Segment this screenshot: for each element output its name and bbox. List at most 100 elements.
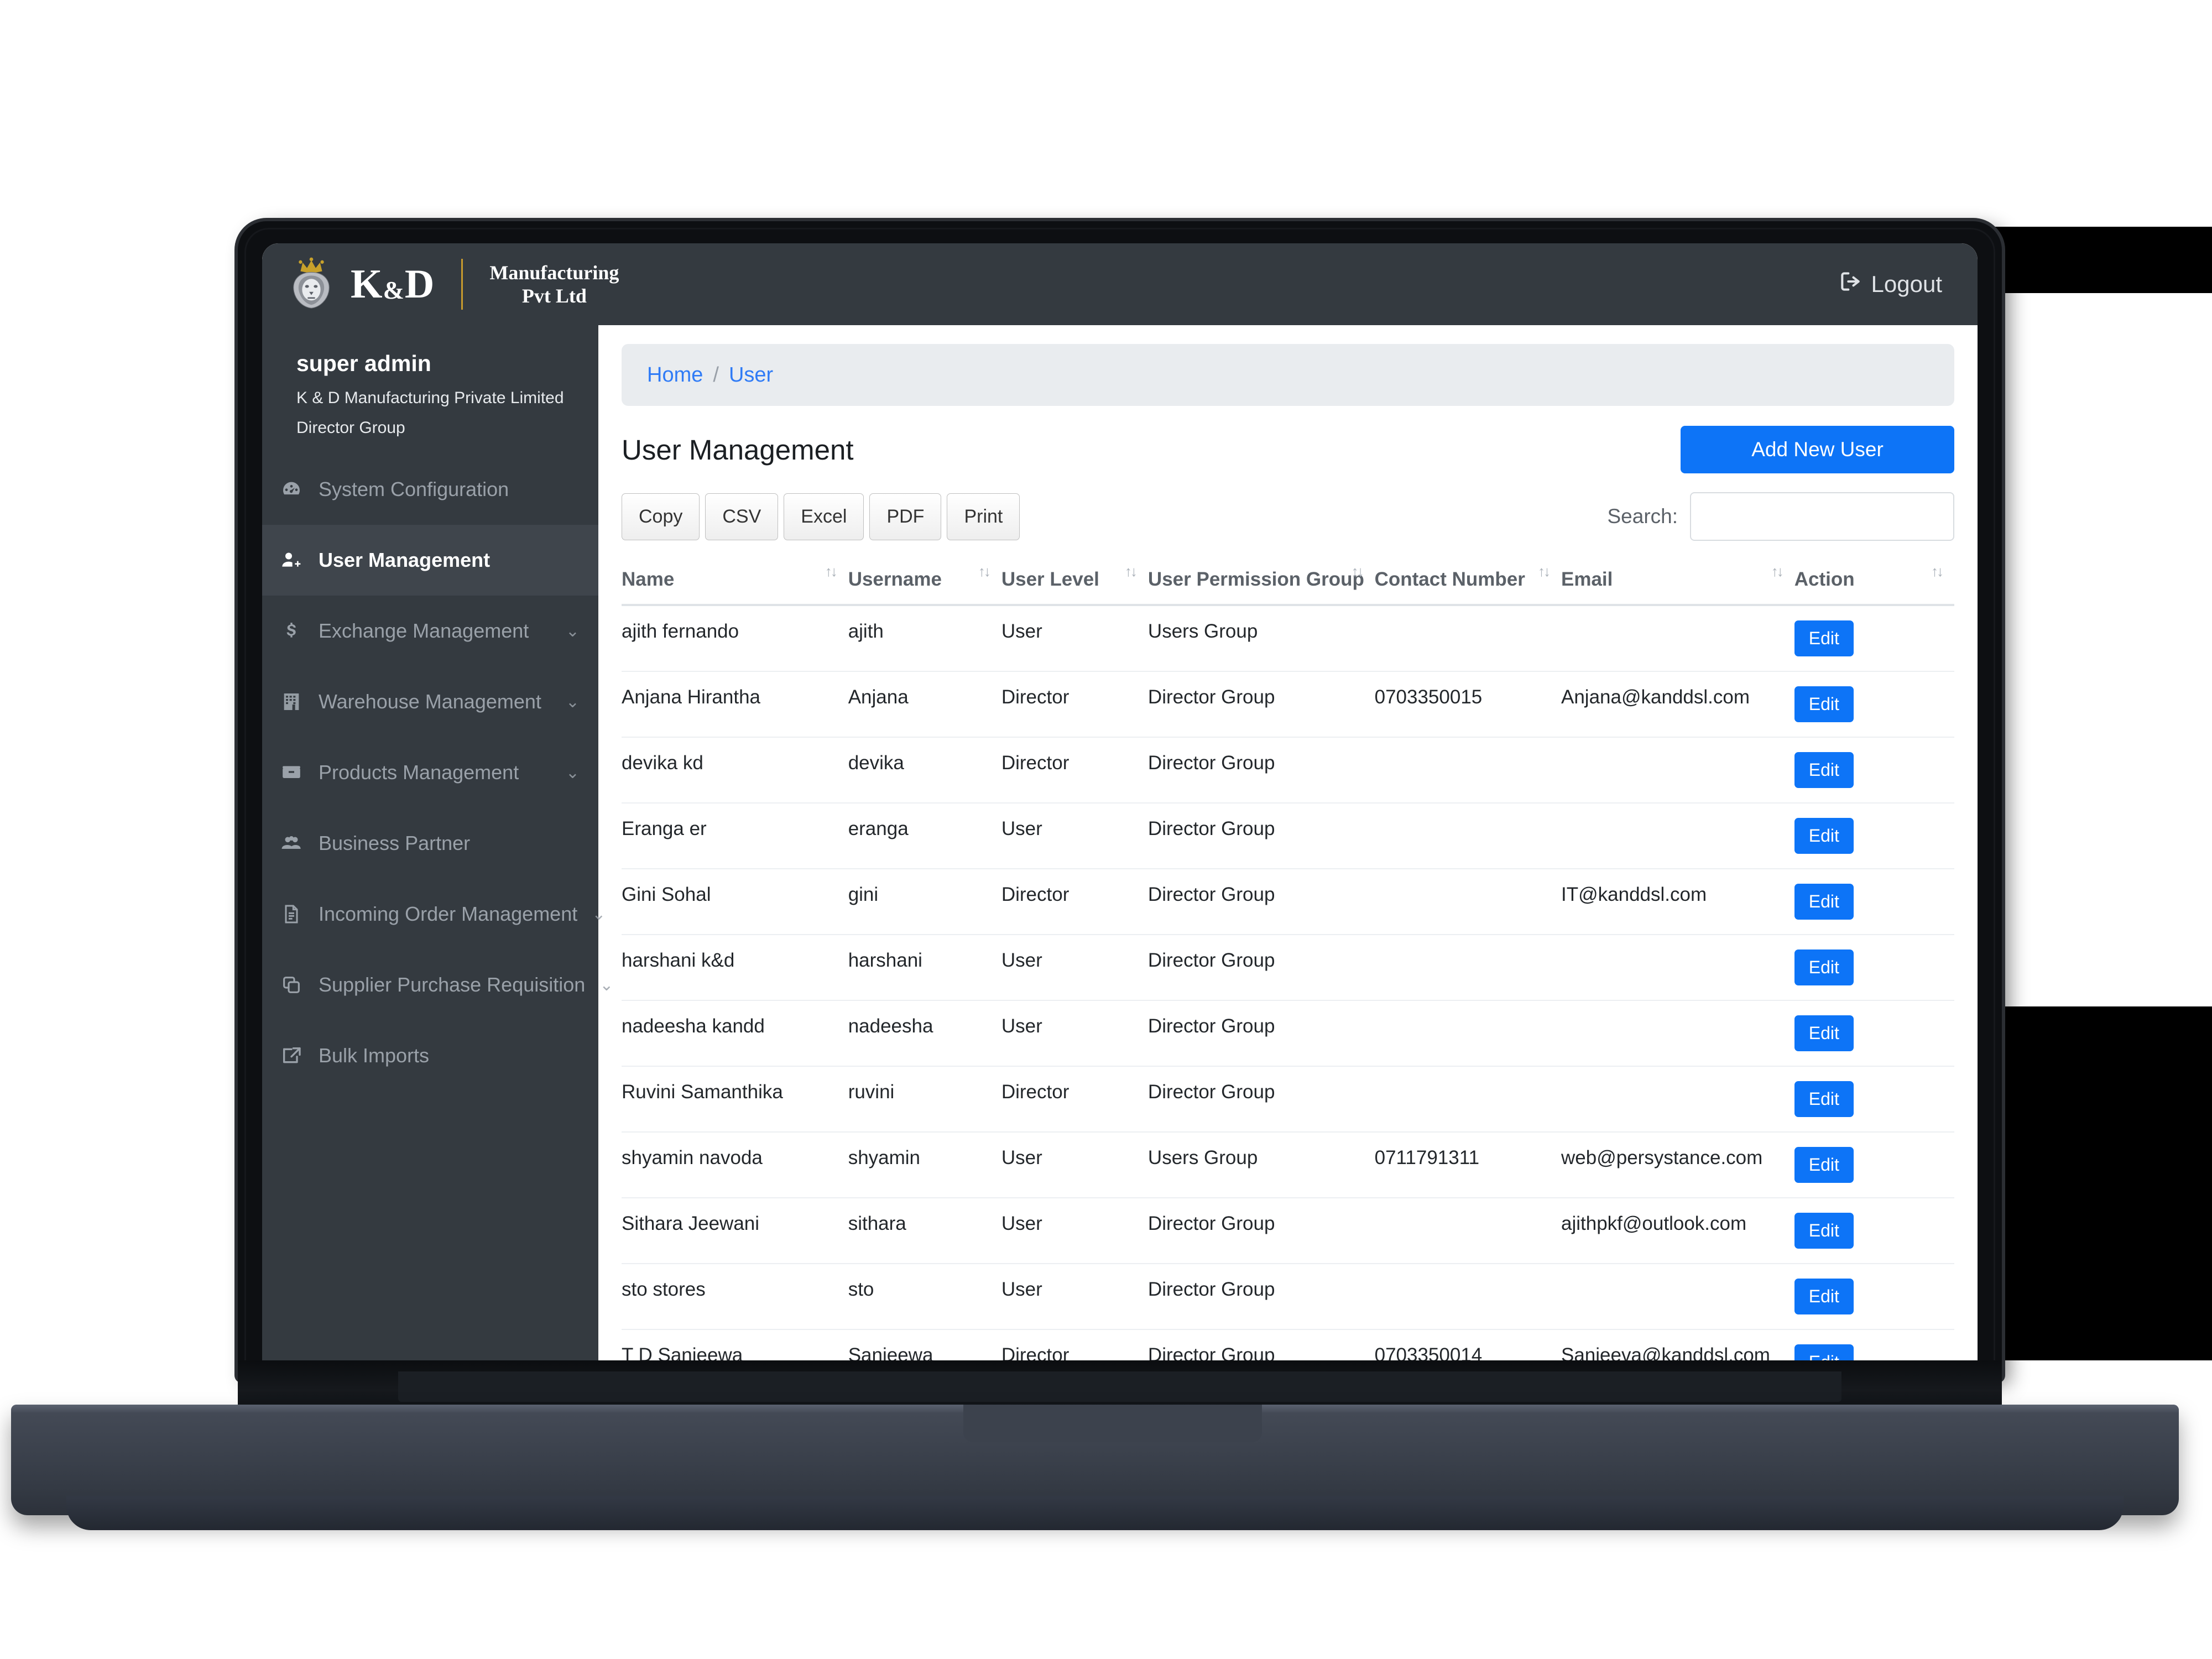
sidebar-item-supplier-purchase-requisition[interactable]: Supplier Purchase Requisition ⌄ <box>262 950 613 1020</box>
breadcrumb: Home / User <box>622 344 1954 406</box>
cell-action: Edit <box>1794 737 1954 804</box>
cell-username: harshani <box>848 935 1001 1001</box>
edit-button[interactable]: Edit <box>1794 950 1854 985</box>
logout-button[interactable]: Logout <box>1838 269 1942 299</box>
warehouse-icon <box>279 691 304 713</box>
breadcrumb-home[interactable]: Home <box>647 363 703 387</box>
export-print-button[interactable]: Print <box>947 493 1020 540</box>
sidebar-item-exchange-management[interactable]: Exchange Management ⌄ <box>262 596 598 666</box>
edit-button[interactable]: Edit <box>1794 752 1854 788</box>
breadcrumb-user[interactable]: User <box>729 363 773 387</box>
edit-button[interactable]: Edit <box>1794 818 1854 854</box>
application-window: K&D Manufacturing Pvt Ltd Logout super a… <box>262 243 1978 1380</box>
sort-arrows-icon: ↑↓ <box>1771 563 1784 580</box>
cell-phone <box>1374 737 1561 804</box>
cell-email <box>1561 1264 1794 1330</box>
edit-button[interactable]: Edit <box>1794 1213 1854 1249</box>
cell-phone: 0703350015 <box>1374 671 1561 738</box>
sidebar-user-company: K & D Manufacturing Private Limited <box>296 389 564 407</box>
logout-label: Logout <box>1871 271 1942 297</box>
cell-email: Anjana@kanddsl.com <box>1561 671 1794 738</box>
sidebar-item-products-management[interactable]: Products Management ⌄ <box>262 737 598 808</box>
cell-level: User <box>1001 1198 1148 1264</box>
export-csv-button[interactable]: CSV <box>705 493 779 540</box>
export-button-group: Copy CSV Excel PDF Print <box>622 493 1020 540</box>
sidebar-item-label: System Configuration <box>319 478 509 500</box>
cell-level: User <box>1001 803 1148 869</box>
sidebar-item-warehouse-management[interactable]: Warehouse Management ⌄ <box>262 666 598 737</box>
table-row: Ruvini Samanthika ruvini Director Director … <box>622 1066 1954 1133</box>
sidebar-item-user-management[interactable]: User Management <box>262 525 598 596</box>
sidebar-item-label: Bulk Imports <box>319 1044 430 1067</box>
cell-email <box>1561 1066 1794 1133</box>
edit-button[interactable]: Edit <box>1794 1147 1854 1183</box>
cell-phone <box>1374 1264 1561 1330</box>
cell-name: Eranga er <box>622 803 848 869</box>
cell-name: harshani k&d <box>622 935 848 1001</box>
cell-action: Edit <box>1794 1066 1954 1133</box>
cell-phone <box>1374 1066 1561 1133</box>
cell-group: Director Group <box>1147 737 1375 804</box>
cell-name: Gini Sohal <box>622 869 848 935</box>
column-header-label: Contact Number <box>1374 568 1525 590</box>
edit-button[interactable]: Edit <box>1794 1279 1854 1314</box>
edit-button[interactable]: Edit <box>1794 686 1854 722</box>
edit-button[interactable]: Edit <box>1794 884 1854 920</box>
edit-button[interactable]: Edit <box>1794 1081 1854 1117</box>
column-header-email[interactable]: Email ↑↓ <box>1561 560 1794 606</box>
brand-subtitle-line2: Pvt Ltd <box>521 285 587 307</box>
cell-email <box>1561 935 1794 1001</box>
cell-name: Sithara Jeewani <box>622 1198 848 1264</box>
cell-action: Edit <box>1794 803 1954 869</box>
cell-phone <box>1374 803 1561 869</box>
sidebar-item-system-configuration[interactable]: System Configuration <box>262 454 598 525</box>
column-header-label: Email <box>1561 568 1613 590</box>
export-copy-button[interactable]: Copy <box>622 493 700 540</box>
sort-arrows-icon: ↑↓ <box>1931 563 1944 580</box>
cell-name: shyamin navoda <box>622 1132 848 1198</box>
cell-username: Anjana <box>848 671 1001 738</box>
column-header-action[interactable]: Action ↑↓ <box>1794 560 1954 606</box>
export-excel-button[interactable]: Excel <box>784 493 864 540</box>
sort-arrows-icon: ↑↓ <box>825 563 838 580</box>
cell-name: sto stores <box>622 1264 848 1330</box>
column-header-user-permission-group[interactable]: User Permission Group ↑↓ <box>1147 560 1375 606</box>
column-header-label: Name <box>622 568 675 590</box>
brand-subtitle: Manufacturing Pvt Ltd <box>489 261 619 308</box>
column-header-username[interactable]: Username ↑↓ <box>848 560 1001 606</box>
sidebar-item-business-partner[interactable]: Business Partner <box>262 808 598 879</box>
laptop-front-notch <box>963 1405 1262 1442</box>
cell-level: User <box>1001 1264 1148 1330</box>
cell-phone <box>1374 1000 1561 1067</box>
cell-level: User <box>1001 605 1148 672</box>
cell-group: Users Group <box>1147 1132 1375 1198</box>
sidebar-item-bulk-imports[interactable]: Bulk Imports <box>262 1020 598 1091</box>
column-header-user-level[interactable]: User Level ↑↓ <box>1001 560 1148 606</box>
chevron-down-icon: ⌄ <box>565 763 580 782</box>
user-table: Name ↑↓ Username ↑↓ User Level ↑↓ User Permiss… <box>622 560 1954 1380</box>
copy-pages-icon <box>279 974 304 996</box>
add-new-user-button[interactable]: Add New User <box>1681 426 1954 473</box>
search-input[interactable] <box>1690 492 1954 541</box>
sidebar-item-label: Exchange Management <box>319 619 529 642</box>
laptop-mockup: K&D Manufacturing Pvt Ltd Logout super a… <box>0 0 2212 1659</box>
laptop-base-lip <box>66 1496 2124 1530</box>
edit-button[interactable]: Edit <box>1794 1015 1854 1051</box>
export-pdf-button[interactable]: PDF <box>869 493 942 540</box>
cell-email: ajithpkf@outlook.com <box>1561 1198 1794 1264</box>
cell-action: Edit <box>1794 605 1954 672</box>
import-icon <box>279 1045 304 1067</box>
cell-action: Edit <box>1794 935 1954 1001</box>
column-header-name[interactable]: Name ↑↓ <box>622 560 848 606</box>
cell-action: Edit <box>1794 1198 1954 1264</box>
cell-username: sithara <box>848 1198 1001 1264</box>
brand-letter-d: D <box>404 262 435 307</box>
table-row: shyamin navoda shyamin User Users Group 0711… <box>622 1132 1954 1198</box>
cell-level: Director <box>1001 869 1148 935</box>
dollar-icon <box>279 620 304 642</box>
column-header-contact-number[interactable]: Contact Number ↑↓ <box>1374 560 1561 606</box>
chevron-down-icon: ⌄ <box>592 905 606 924</box>
sidebar-item-incoming-order-management[interactable]: Incoming Order Management ⌄ <box>262 879 606 950</box>
edit-button[interactable]: Edit <box>1794 620 1854 656</box>
sort-arrows-icon: ↑↓ <box>978 563 991 580</box>
